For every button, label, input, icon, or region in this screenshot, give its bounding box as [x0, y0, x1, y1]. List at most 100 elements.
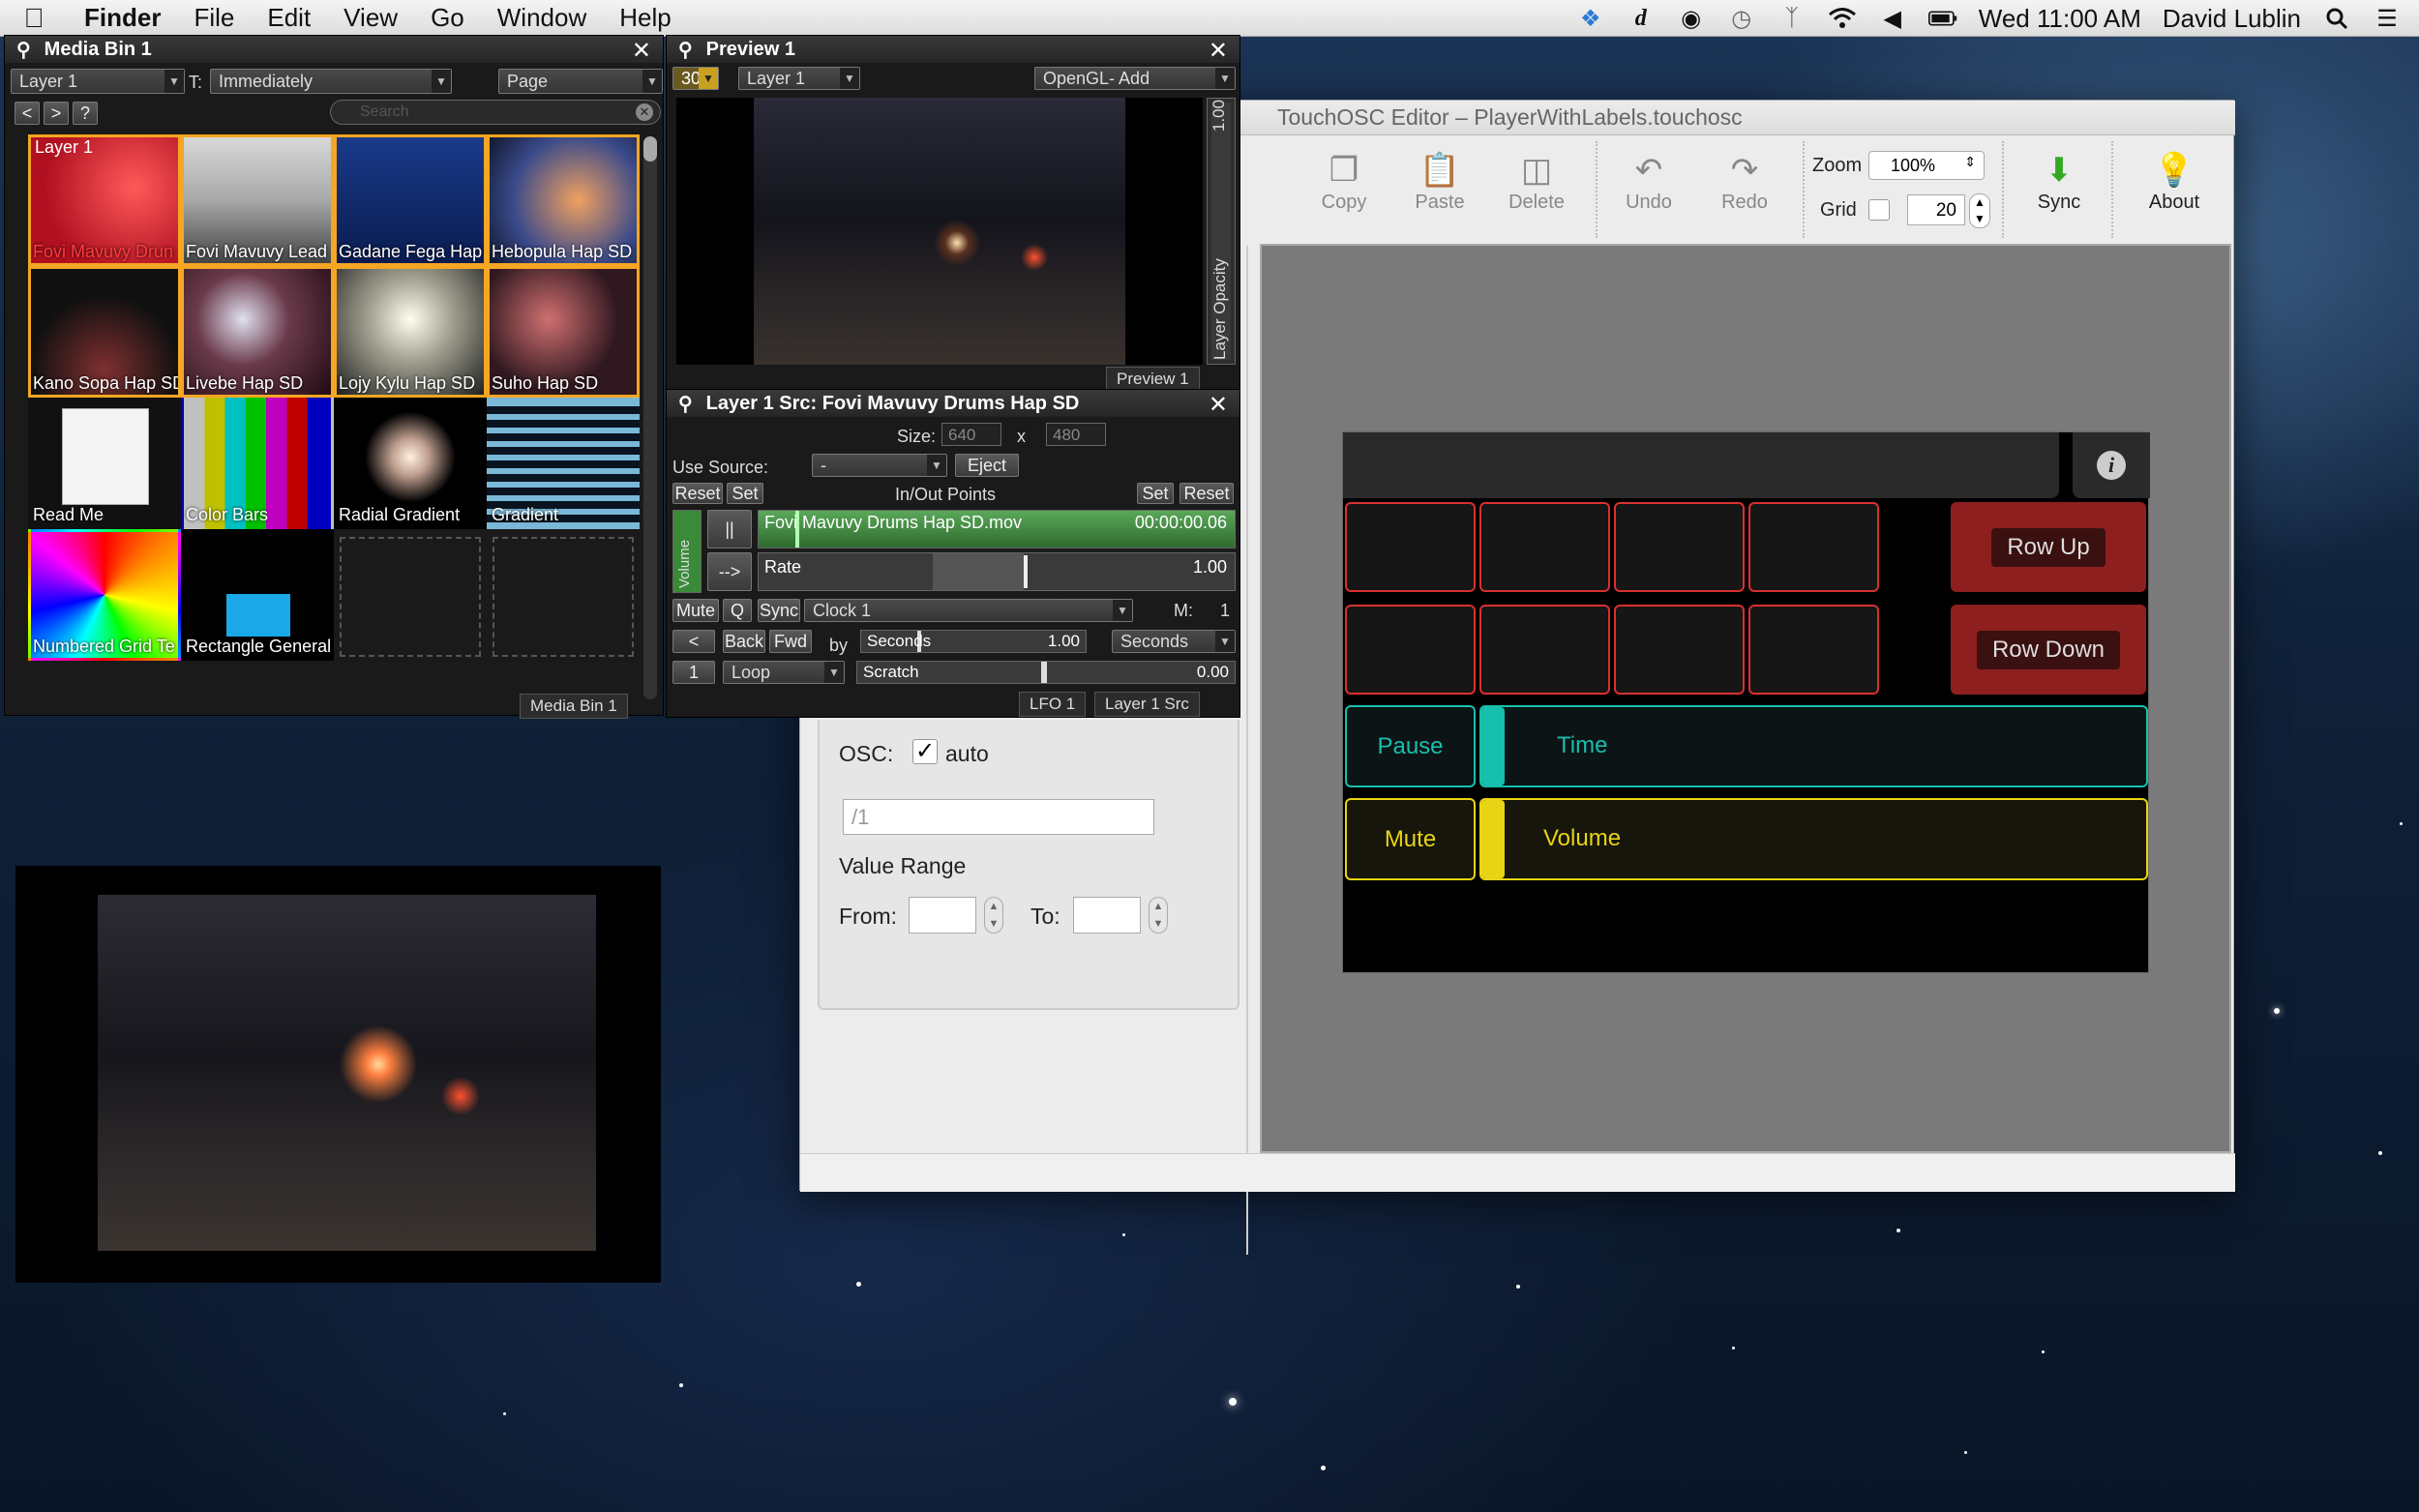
- volume-vertical-slider[interactable]: Volume: [672, 510, 702, 593]
- media-search-input[interactable]: Search: [330, 100, 661, 125]
- from-stepper[interactable]: ▲ ▼: [984, 897, 1003, 934]
- lfo-tab[interactable]: LFO 1: [1019, 692, 1087, 717]
- height-input[interactable]: 480: [1046, 423, 1106, 446]
- bluetooth-icon[interactable]: ᛉ: [1777, 5, 1807, 31]
- grid-stepper[interactable]: ▲ ▼: [1969, 193, 1990, 228]
- menu-finder[interactable]: Finder: [68, 3, 177, 33]
- push-button-2-3[interactable]: [1614, 605, 1745, 695]
- mute-button[interactable]: Mute: [672, 599, 719, 622]
- media-cell-6[interactable]: Livebe Hap SD: [181, 266, 334, 398]
- clear-search-icon[interactable]: ✕: [636, 104, 653, 121]
- monkey-icon[interactable]: ◉: [1677, 6, 1706, 32]
- push-button-2-4[interactable]: [1748, 605, 1879, 695]
- to-input[interactable]: [1073, 897, 1141, 934]
- scratch-slider[interactable]: Scratch 0.00: [856, 661, 1236, 684]
- seconds-unit-select[interactable]: Seconds ▼: [1112, 630, 1236, 653]
- menu-file[interactable]: File: [177, 3, 251, 33]
- back-button[interactable]: Back: [723, 630, 765, 653]
- to-stepper[interactable]: ▲ ▼: [1149, 897, 1168, 934]
- battery-icon[interactable]: [1927, 6, 1957, 31]
- push-button-2-2[interactable]: [1479, 605, 1610, 695]
- layer-opacity-slider[interactable]: 1.00 Layer Opacity: [1207, 98, 1236, 365]
- layer-select[interactable]: Layer 1 ▼: [11, 69, 185, 94]
- clock-text[interactable]: Wed 11:00 AM: [1979, 4, 2141, 34]
- pause-play-button[interactable]: ||: [707, 510, 752, 548]
- loop-mode-select[interactable]: Loop ▼: [723, 661, 845, 684]
- media-bin-tab[interactable]: Media Bin 1: [520, 694, 628, 719]
- seconds-slider[interactable]: Seconds 1.00: [860, 630, 1087, 653]
- q-button[interactable]: Q: [723, 599, 752, 622]
- from-input[interactable]: [909, 897, 976, 934]
- small-left-button[interactable]: <: [672, 630, 715, 653]
- media-cell-4[interactable]: Hebopula Hap SD: [487, 134, 640, 266]
- row-up-button[interactable]: Row Up: [1951, 502, 2146, 592]
- close-icon[interactable]: ✕: [632, 37, 651, 65]
- help-button[interactable]: ?: [73, 102, 98, 125]
- rate-slider[interactable]: Rate 1.00: [758, 552, 1236, 591]
- media-cell-7[interactable]: Lojy Kylu Hap SD: [334, 266, 487, 398]
- row-down-button[interactable]: Row Down: [1951, 605, 2146, 695]
- width-input[interactable]: 640: [941, 423, 1001, 446]
- layer-src-tab[interactable]: Layer 1 Src: [1094, 692, 1200, 717]
- push-button-1-4[interactable]: [1748, 502, 1879, 592]
- out-reset-button[interactable]: Reset: [1180, 483, 1234, 504]
- grid-checkbox[interactable]: [1868, 199, 1890, 221]
- volume-slider[interactable]: Volume: [1479, 798, 2148, 880]
- about-button[interactable]: 💡 About: [2131, 149, 2218, 214]
- media-cell-10[interactable]: Color Bars: [181, 398, 334, 529]
- media-cell-14[interactable]: Rectangle General: [181, 529, 334, 661]
- media-cell-1[interactable]: Layer 1 Fovi Mavuvy Drun: [28, 134, 181, 266]
- media-cell-11[interactable]: Radial Gradient: [334, 398, 487, 529]
- push-button-1-1[interactable]: [1345, 502, 1476, 592]
- in-reset-button[interactable]: Reset: [672, 483, 723, 504]
- push-button-1-3[interactable]: [1614, 502, 1745, 592]
- media-cell-12[interactable]: Gradient: [487, 398, 640, 529]
- direction-button[interactable]: -->: [707, 552, 752, 591]
- eject-button[interactable]: Eject: [955, 454, 1019, 477]
- in-set-button[interactable]: Set: [727, 483, 763, 504]
- fps-select[interactable]: 30 ▼: [672, 67, 719, 90]
- close-icon[interactable]: ✕: [1209, 391, 1228, 419]
- next-page-button[interactable]: >: [44, 102, 69, 125]
- spotlight-search-icon[interactable]: [2322, 6, 2351, 31]
- blend-mode-select[interactable]: OpenGL- Add ▼: [1034, 67, 1236, 90]
- copy-button[interactable]: ❐ Copy: [1300, 149, 1388, 214]
- media-cell-5[interactable]: Kano Sopa Hap SD: [28, 266, 181, 398]
- close-icon[interactable]: ✕: [1209, 37, 1228, 65]
- push-button-2-1[interactable]: [1345, 605, 1476, 695]
- menu-window[interactable]: Window: [481, 3, 603, 33]
- time-machine-icon[interactable]: ◷: [1727, 6, 1756, 32]
- sync-button[interactable]: ⬇ Sync: [2016, 149, 2103, 214]
- undo-button[interactable]: ↶ Undo: [1605, 149, 1692, 214]
- redo-button[interactable]: ↷ Redo: [1701, 149, 1788, 214]
- menu-go[interactable]: Go: [414, 3, 481, 33]
- use-source-select[interactable]: - ▼: [812, 454, 947, 477]
- volume-icon[interactable]: ◀: [1878, 6, 1907, 32]
- dropbox-icon[interactable]: ❖: [1576, 6, 1605, 32]
- delete-button[interactable]: ◫ Delete: [1493, 149, 1580, 214]
- preview-layer-select[interactable]: Layer 1 ▼: [738, 67, 860, 90]
- media-cell-9[interactable]: Read Me: [28, 398, 181, 529]
- media-cell-3[interactable]: Gadane Fega Hap: [334, 134, 487, 266]
- media-cell-empty[interactable]: [340, 537, 481, 657]
- prev-page-button[interactable]: <: [15, 102, 40, 125]
- menu-edit[interactable]: Edit: [251, 3, 327, 33]
- menu-help[interactable]: Help: [603, 3, 687, 33]
- time-slider[interactable]: Time: [1479, 705, 2148, 787]
- media-cell-empty[interactable]: [493, 537, 634, 657]
- small-one-button[interactable]: 1: [672, 661, 715, 684]
- info-button[interactable]: i: [2073, 432, 2150, 498]
- pause-button[interactable]: Pause: [1345, 705, 1476, 787]
- osc-auto-checkbox[interactable]: ✓: [912, 739, 938, 764]
- out-set-button[interactable]: Set: [1137, 483, 1174, 504]
- user-name[interactable]: David Lublin: [2163, 4, 2301, 34]
- clip-timeline[interactable]: Fovi Mavuvy Drums Hap SD.mov 00:00:00.06: [758, 510, 1236, 548]
- media-bin-scrollbar[interactable]: [643, 136, 657, 699]
- media-cell-2[interactable]: Fovi Mavuvy Lead: [181, 134, 334, 266]
- notification-center-icon[interactable]: ☰: [2373, 6, 2402, 32]
- push-button-1-2[interactable]: [1479, 502, 1610, 592]
- grid-size-input[interactable]: 20: [1907, 194, 1965, 225]
- sync-button[interactable]: Sync: [758, 599, 800, 622]
- apple-menu-icon[interactable]: : [0, 3, 68, 34]
- trigger-select[interactable]: Immediately ▼: [210, 69, 452, 94]
